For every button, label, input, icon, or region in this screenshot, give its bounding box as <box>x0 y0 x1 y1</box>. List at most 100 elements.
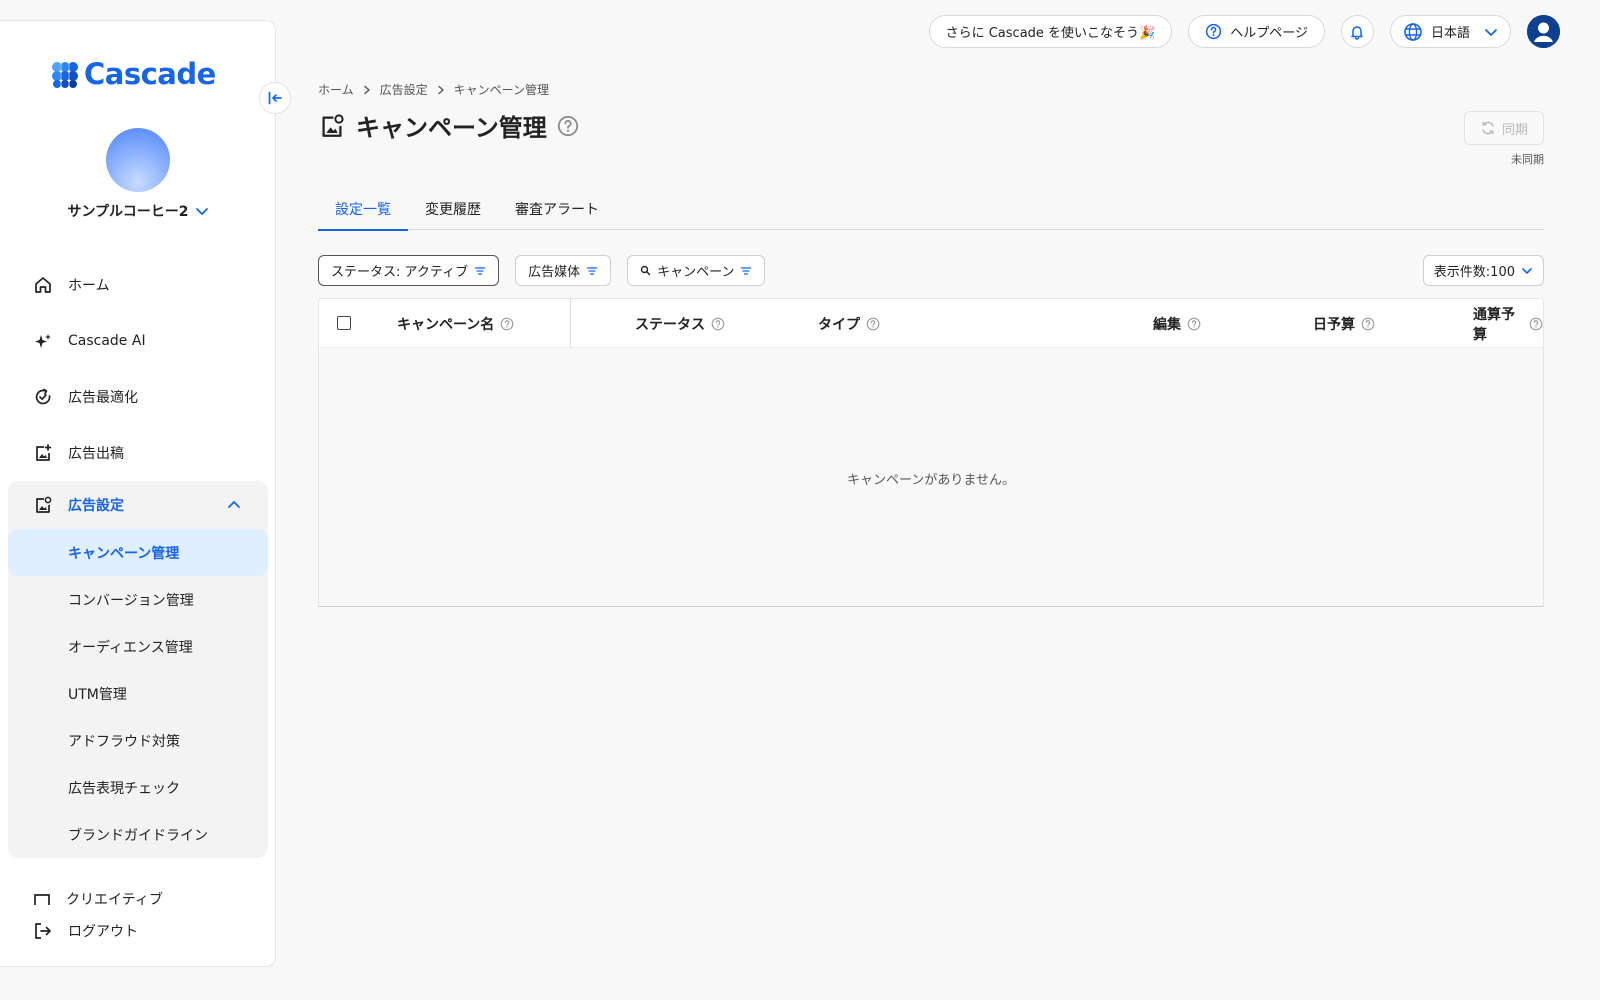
account-switcher[interactable]: サンプルコーヒー2 <box>0 201 276 221</box>
column-label: 日予算 <box>1313 316 1355 333</box>
chevron-right-icon <box>437 85 444 94</box>
sidebar-subitem-ad-expression-check[interactable]: 広告表現チェック <box>8 764 268 811</box>
status-filter-label: ステータス: アクティブ <box>331 265 469 280</box>
user-menu-button[interactable] <box>1527 15 1560 48</box>
breadcrumb-home[interactable]: ホーム <box>318 81 354 98</box>
tab-review-alerts[interactable]: 審査アラート <box>498 188 616 230</box>
column-label: キャンペーン名 <box>397 316 495 333</box>
sync-icon <box>1482 121 1494 135</box>
sidebar-item-cascade-ai[interactable]: Cascade AI <box>8 313 268 369</box>
column-header-total-budget[interactable]: 通算予算 <box>1473 299 1543 348</box>
sidebar-item-creative[interactable]: クリエイティブ <box>8 891 268 905</box>
sidebar-item-ad-posting[interactable]: 広告出稿 <box>8 425 268 481</box>
help-circle-icon[interactable] <box>1187 317 1201 331</box>
column-header-daily-budget[interactable]: 日予算 <box>1313 299 1375 348</box>
page-title-row: キャンペーン管理 <box>318 108 579 143</box>
chevron-right-icon <box>363 85 370 94</box>
sidebar-subitem-utm-management[interactable]: UTM管理 <box>8 670 268 717</box>
tab-settings-list[interactable]: 設定一覧 <box>318 188 408 231</box>
account-name: サンプルコーヒー2 <box>67 204 189 220</box>
creative-icon <box>32 891 52 905</box>
ad-post-icon <box>32 442 54 464</box>
sidebar-item-ad-settings[interactable]: 広告設定 <box>8 481 268 529</box>
column-header-edit[interactable]: 編集 <box>1153 299 1201 348</box>
sidebar-subitem-campaign-management[interactable]: キャンペーン管理 <box>8 529 268 576</box>
tab-label: 設定一覧 <box>335 202 391 218</box>
language-selector[interactable]: 日本語 <box>1389 15 1511 48</box>
tab-bar: 設定一覧 変更履歴 審査アラート <box>318 188 1544 231</box>
sidebar-item-label: 広告最適化 <box>68 390 138 406</box>
notifications-button[interactable] <box>1340 15 1374 48</box>
sidebar-subitem-audience-management[interactable]: オーディエンス管理 <box>8 623 268 670</box>
campaign-search-filter-button[interactable]: キャンペーン <box>627 255 766 286</box>
help-circle-icon[interactable] <box>866 317 880 331</box>
chevron-down-icon <box>195 208 208 215</box>
sync-status: 未同期 <box>1511 153 1544 166</box>
column-label: タイプ <box>818 316 860 333</box>
search-icon <box>640 265 651 276</box>
sidebar-collapse-button[interactable] <box>259 82 291 114</box>
sidebar-item-label: 広告出稿 <box>68 446 124 462</box>
ad-settings-icon <box>32 494 54 516</box>
select-all-checkbox[interactable] <box>337 316 351 330</box>
sidebar-item-home[interactable]: ホーム <box>8 257 268 313</box>
home-icon <box>32 274 54 296</box>
filter-bar: ステータス: アクティブ 広告媒体 キャンペーン <box>318 255 766 286</box>
help-circle-icon[interactable] <box>500 317 514 331</box>
sparkle-icon <box>32 330 54 352</box>
tab-label: 変更履歴 <box>425 202 481 218</box>
bell-icon <box>1351 25 1364 40</box>
media-filter-button[interactable]: 広告媒体 <box>515 255 612 286</box>
logo[interactable]: Cascade <box>50 57 216 91</box>
sidebar-subitem-brand-guidelines[interactable]: ブランドガイドライン <box>8 811 268 858</box>
sidebar: Cascade サンプルコーヒー2 ホーム Cascade AI 広告最適化 広… <box>0 20 276 967</box>
brand-name: Cascade <box>84 57 216 91</box>
sidebar-subitem-conversion-management[interactable]: コンバージョン管理 <box>8 576 268 623</box>
filter-icon <box>741 266 752 275</box>
filter-icon <box>586 266 598 275</box>
language-label: 日本語 <box>1430 26 1470 41</box>
user-icon <box>1527 15 1560 48</box>
breadcrumb-current: キャンペーン管理 <box>453 83 550 97</box>
help-circle-icon[interactable] <box>1361 317 1375 331</box>
collapse-left-icon <box>268 91 282 105</box>
sidebar-subitem-ad-fraud[interactable]: アドフラウド対策 <box>8 717 268 764</box>
optimize-icon <box>32 386 54 408</box>
column-header-campaign-name[interactable]: キャンペーン名 <box>397 299 514 348</box>
account-avatar <box>106 128 170 192</box>
column-header-status[interactable]: ステータス <box>635 299 725 348</box>
promo-label: さらに Cascade を使いこなそう🎉 <box>945 26 1156 41</box>
help-circle-icon <box>1206 23 1222 40</box>
campaign-icon <box>322 113 344 137</box>
sidebar-subitem-label: オーディエンス管理 <box>68 639 193 656</box>
per-page-select[interactable]: 表示件数:100 <box>1422 255 1544 286</box>
campaign-table: キャンペーン名 ステータス タイプ 編集 日予算 通算予算 キャンペーンがありま… <box>318 298 1544 607</box>
sidebar-nav: ホーム Cascade AI 広告最適化 広告出稿 広告設定 キャンペーン管理 … <box>8 257 268 858</box>
help-circle-icon[interactable] <box>1529 317 1543 331</box>
column-header-type[interactable]: タイプ <box>818 299 880 348</box>
help-page-button[interactable]: ヘルプページ <box>1188 15 1325 48</box>
chevron-down-icon <box>1522 267 1532 274</box>
logout-button[interactable]: ログアウト <box>8 911 268 951</box>
promo-button[interactable]: さらに Cascade を使いこなそう🎉 <box>928 15 1173 48</box>
logout-icon <box>32 920 54 942</box>
tab-change-history[interactable]: 変更履歴 <box>408 188 498 230</box>
column-label: ステータス <box>635 316 705 333</box>
sidebar-subitem-label: コンバージョン管理 <box>68 592 194 609</box>
sidebar-group-label: 広告設定 <box>68 498 124 514</box>
sidebar-subitem-label: キャンペーン管理 <box>68 545 180 562</box>
sidebar-item-ad-optimization[interactable]: 広告最適化 <box>8 369 268 425</box>
breadcrumb-ad-settings[interactable]: 広告設定 <box>380 81 428 98</box>
per-page-label: 表示件数:100 <box>1433 265 1515 280</box>
page-title: キャンペーン管理 <box>356 114 547 142</box>
sync-button[interactable]: 同期 <box>1464 111 1544 145</box>
sidebar-item-label: クリエイティブ <box>66 892 163 905</box>
help-circle-icon[interactable] <box>711 317 725 331</box>
status-filter-button[interactable]: ステータス: アクティブ <box>318 255 500 286</box>
column-label: 通算予算 <box>1473 306 1515 343</box>
sync-label: 同期 <box>1501 122 1528 138</box>
sidebar-subitem-label: アドフラウド対策 <box>68 733 180 750</box>
topbar: さらに Cascade を使いこなそう🎉 ヘルプページ 日本語 <box>928 15 1560 48</box>
help-circle-icon[interactable] <box>557 115 579 137</box>
column-label: 編集 <box>1153 316 1181 333</box>
